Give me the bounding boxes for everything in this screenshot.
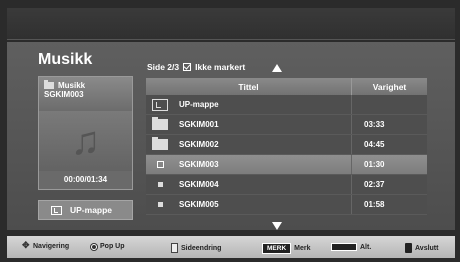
page-info: Side 2/3 Ikke markert — [147, 62, 245, 72]
list-item-name: SGKIM003 — [179, 160, 219, 169]
footer-exit: Avslutt — [405, 243, 438, 253]
top-bar — [7, 8, 455, 40]
channel-page-icon — [171, 243, 178, 253]
list-item[interactable]: SGKIM005 01:58 — [146, 195, 427, 215]
list-item-selected[interactable]: SGKIM003 01:30 — [146, 155, 427, 175]
scroll-up-arrow-icon[interactable] — [272, 64, 282, 72]
up-folder-button-label: UP-mappe — [70, 205, 113, 215]
list-item-duration: 04:45 — [351, 135, 427, 154]
list-item-duration: 01:30 — [351, 155, 427, 174]
list-item-up-folder[interactable]: UP-mappe — [146, 95, 427, 115]
list-item-name: SGKIM001 — [179, 120, 219, 129]
list-item-duration: 01:58 — [351, 195, 427, 214]
footer-popup: Pop Up — [91, 243, 125, 250]
enter-button-icon — [91, 243, 97, 250]
mark-key-icon: MERK — [262, 243, 292, 254]
footer-mark-label: Merk — [294, 245, 311, 252]
list-item-name: UP-mappe — [179, 100, 219, 109]
tools-key-icon — [331, 243, 357, 251]
list-item[interactable]: SGKIM004 02:37 — [146, 175, 427, 195]
column-header-duration: Varighet — [351, 78, 427, 95]
list-header: Tittel Varighet — [146, 78, 427, 95]
footer-exit-label: Avslutt — [415, 244, 439, 252]
file-list: Tittel Varighet UP-mappe SGKIM001 03:33 … — [146, 78, 427, 218]
file-icon — [157, 182, 163, 187]
footer-mark: MERK Merk — [262, 243, 310, 254]
preview-time: 00:00/01:34 — [39, 171, 132, 189]
page-indicator: Side 2/3 — [147, 62, 180, 72]
footer-page-change-label: Sideendring — [181, 244, 222, 252]
footer-alt: Alt. — [331, 243, 371, 251]
file-icon — [157, 202, 163, 207]
footer-alt-label: Alt. — [360, 243, 372, 251]
music-note-icon: ♫ — [39, 111, 132, 171]
preview-file-name: SGKIM003 — [44, 90, 84, 99]
preview-panel: Musikk SGKIM003 ♫ 00:00/01:34 — [38, 76, 133, 190]
list-item[interactable]: SGKIM001 03:33 — [146, 115, 427, 135]
list-item-duration — [351, 95, 427, 114]
file-icon — [156, 161, 164, 168]
folder-icon — [44, 80, 54, 89]
list-item-name: SGKIM004 — [179, 180, 219, 189]
up-folder-icon — [152, 98, 168, 111]
list-item-name: SGKIM005 — [179, 200, 219, 209]
footer-popup-label: Pop Up — [100, 243, 125, 250]
footer-navigation: Navigering — [22, 240, 70, 251]
up-folder-button[interactable]: UP-mappe — [38, 200, 133, 220]
checkbox-icon — [183, 63, 192, 71]
navigation-arrows-icon — [22, 240, 30, 251]
footer-navigation-label: Navigering — [33, 243, 70, 250]
preview-folder-label: Musikk — [58, 81, 86, 90]
footer-help-bar: Navigering Pop Up Sideendring MERK Merk … — [7, 236, 455, 258]
exit-key-icon — [405, 243, 412, 253]
list-item-duration: 02:37 — [351, 175, 427, 194]
preview-header: Musikk SGKIM003 — [39, 77, 132, 111]
column-header-title: Tittel — [238, 82, 259, 92]
mark-status: Ikke markert — [195, 62, 246, 72]
page-title: Musikk — [38, 51, 93, 68]
folder-icon — [152, 137, 168, 150]
up-folder-icon — [51, 205, 62, 215]
folder-icon — [152, 117, 168, 130]
list-item-name: SGKIM002 — [179, 140, 219, 149]
footer-page-change: Sideendring — [171, 243, 221, 253]
scroll-down-arrow-icon[interactable] — [272, 222, 282, 230]
list-item[interactable]: SGKIM002 04:45 — [146, 135, 427, 155]
list-item-duration: 03:33 — [351, 115, 427, 134]
